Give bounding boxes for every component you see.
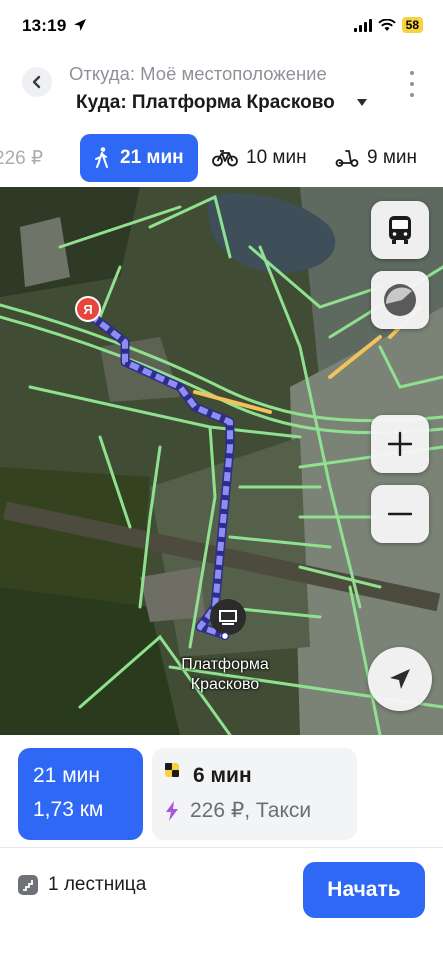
- status-bar: 13:19 58: [0, 0, 443, 50]
- transport-mode-tabs: 226 ₽ 21 мин 10 мин 9 мин: [0, 134, 443, 182]
- zoom-out-button[interactable]: [371, 485, 429, 543]
- wifi-icon: [377, 18, 396, 31]
- more-options-button[interactable]: [409, 71, 415, 97]
- battery-indicator: 58: [401, 17, 423, 33]
- tab-scooter-label: 9 мин: [367, 147, 418, 168]
- route-card-walk-time: 21 мин: [33, 764, 100, 787]
- tab-bike[interactable]: 10 мин: [212, 134, 307, 182]
- map-view[interactable]: Я Платформа Красково: [0, 187, 443, 735]
- stairs-info: 1 лестница: [18, 874, 146, 896]
- bus-icon: [389, 216, 411, 244]
- route-card-taxi-price: 226 ₽, Такси: [190, 799, 312, 822]
- my-location-button[interactable]: [368, 647, 432, 711]
- destination-label: Платформа Красково: [150, 655, 300, 695]
- zoom-in-button[interactable]: [371, 415, 429, 473]
- cellular-signal-icon: [353, 18, 372, 32]
- stairs-text: 1 лестница: [48, 874, 147, 895]
- route-card-walk[interactable]: 21 мин 1,73 км: [18, 748, 143, 840]
- from-field[interactable]: Откуда: Моё местоположение: [69, 63, 327, 85]
- caret-down-icon[interactable]: [357, 99, 367, 106]
- chevron-left-icon: [32, 75, 41, 89]
- route-header: Откуда: Моё местоположение Куда: Платфор…: [0, 55, 443, 125]
- tab-bike-label: 10 мин: [246, 147, 307, 168]
- tab-scooter[interactable]: 9 мин: [335, 134, 417, 182]
- start-marker[interactable]: Я: [75, 296, 101, 322]
- tab-taxi-label: 226 ₽: [0, 147, 44, 169]
- transit-layer-button[interactable]: [371, 201, 429, 259]
- to-field[interactable]: Куда: Платформа Красково: [76, 92, 335, 114]
- pedestrian-icon: [95, 147, 108, 168]
- tab-walk-label: 21 мин: [120, 147, 184, 168]
- route-card-taxi[interactable]: 6 мин 226 ₽, Такси: [152, 748, 357, 840]
- route-card-taxi-time: 6 мин: [193, 764, 252, 787]
- status-time: 13:19: [22, 16, 67, 35]
- status-icons: 58: [353, 17, 423, 33]
- yandex-taxi-icon: [165, 763, 179, 777]
- route-card-walk-distance: 1,73 км: [33, 798, 104, 821]
- destination-label-line2: Красково: [190, 676, 260, 693]
- bicycle-icon: [212, 150, 238, 167]
- start-marker-letter: Я: [83, 302, 92, 317]
- plus-icon: [387, 431, 413, 457]
- divider: [0, 847, 443, 848]
- tab-taxi[interactable]: 226 ₽: [0, 134, 43, 182]
- back-button[interactable]: [22, 67, 52, 97]
- start-button[interactable]: Начать: [303, 862, 425, 918]
- tab-walk[interactable]: 21 мин: [80, 134, 198, 182]
- destination-label-line1: Платформа: [181, 656, 269, 673]
- layers-icon: [384, 284, 416, 316]
- minus-icon: [387, 512, 413, 516]
- map-layers-button[interactable]: [371, 271, 429, 329]
- route-panel: 21 мин 1,73 км 6 мин 226 ₽, Такси 1 лест…: [0, 735, 443, 960]
- lightning-icon: [166, 801, 178, 821]
- scooter-icon: [335, 150, 359, 167]
- stairs-icon: [18, 875, 38, 895]
- location-arrow-icon: [74, 19, 86, 31]
- navigation-arrow-icon: [390, 669, 410, 689]
